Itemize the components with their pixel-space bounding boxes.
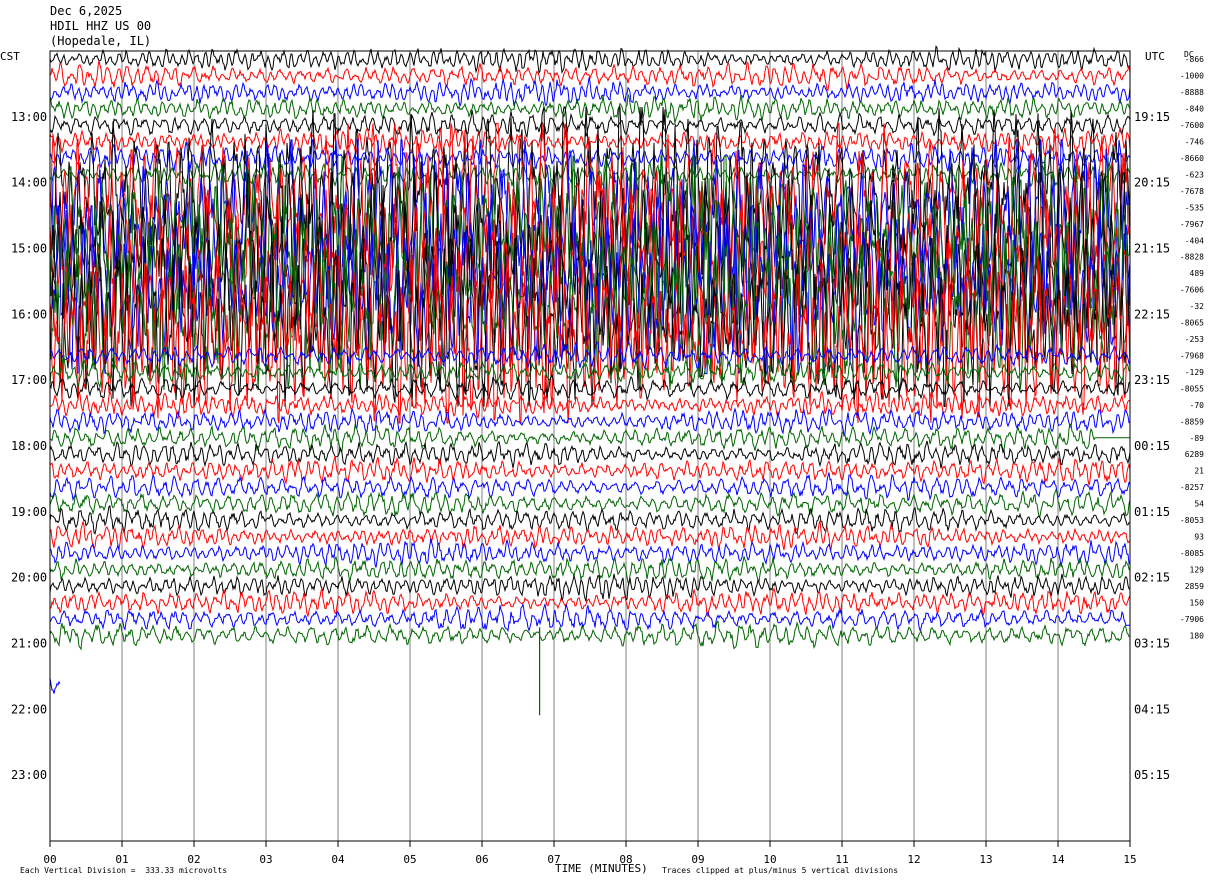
row-offset-label: 21 xyxy=(1194,467,1204,476)
row-offset-label: 180 xyxy=(1190,631,1205,640)
x-tick-label: 05 xyxy=(403,853,416,866)
right-time-label: 22:15 xyxy=(1134,307,1170,321)
row-offset-label: -7906 xyxy=(1180,615,1204,624)
row-offset-label: 129 xyxy=(1190,565,1205,574)
row-offset-label: -70 xyxy=(1190,401,1205,410)
row-offset-label: 150 xyxy=(1190,598,1205,607)
right-time-label: 04:15 xyxy=(1134,702,1170,716)
left-time-label: 18:00 xyxy=(11,439,47,453)
row-offset-label: -746 xyxy=(1185,138,1204,147)
row-offset-label: -7967 xyxy=(1180,220,1204,229)
x-tick-label: 15 xyxy=(1123,853,1136,866)
right-time-label: 21:15 xyxy=(1134,242,1170,256)
trace-row-26 xyxy=(49,472,1131,502)
clip-note: Traces clipped at plus/minus 5 vertical … xyxy=(662,866,899,875)
row-offset-label: -1000 xyxy=(1180,72,1204,81)
x-tick-label: 04 xyxy=(331,853,345,866)
x-tick-label: 02 xyxy=(187,853,200,866)
row-offset-label: -8660 xyxy=(1180,154,1204,163)
row-offset-label: -89 xyxy=(1190,434,1205,443)
right-time-label: 01:15 xyxy=(1134,505,1170,519)
right-time-label: 23:15 xyxy=(1134,373,1170,387)
right-time-label: 05:15 xyxy=(1134,768,1170,782)
left-time-label: 20:00 xyxy=(11,571,47,585)
row-offset-label: -535 xyxy=(1185,203,1204,212)
trace-row-23 xyxy=(49,423,1130,453)
row-offset-label: -7600 xyxy=(1180,121,1204,130)
left-time-label: 22:00 xyxy=(11,702,47,716)
x-tick-label: 14 xyxy=(1051,853,1065,866)
right-time-label: 03:15 xyxy=(1134,637,1170,651)
trace-row-29 xyxy=(49,520,1131,551)
trace-row-2 xyxy=(49,77,1131,108)
header-station: HDIL HHZ US 00 xyxy=(50,19,152,33)
left-time-label: 13:00 xyxy=(11,110,47,124)
row-offset-label: -8055 xyxy=(1180,384,1204,393)
row-offset-label: -7606 xyxy=(1180,286,1204,295)
dc-label: DC xyxy=(1184,50,1194,59)
helicorder-plot: 00 01 02 03 04 05 06 07 08 09 10 11 12 13 14 15 13:0014… xyxy=(11,45,1204,866)
x-tick-label: 09 xyxy=(691,853,704,866)
x-axis-title: TIME (MINUTES) xyxy=(555,862,648,875)
row-offset-label: 2859 xyxy=(1185,582,1204,591)
row-offset-label: -32 xyxy=(1190,302,1205,311)
x-tick-label: 13 xyxy=(979,853,992,866)
header-location: (Hopedale, IL) xyxy=(50,34,152,48)
row-offset-label: -8828 xyxy=(1180,253,1204,262)
cst-label: CST xyxy=(0,50,20,63)
right-time-label: 00:15 xyxy=(1134,439,1170,453)
trace-row-34 xyxy=(49,602,1131,633)
header-date: Dec 6,2025 xyxy=(50,4,123,18)
row-offset-labels: -866-1000-8888-840-7600-746-8660-623-767… xyxy=(1180,55,1204,640)
left-time-label: 16:00 xyxy=(11,307,47,321)
row-offset-label: -7678 xyxy=(1180,187,1204,196)
x-tick-label: 03 xyxy=(259,853,272,866)
x-tick-label: 01 xyxy=(115,853,128,866)
left-time-labels: 13:00 14:00 15:00 16:00 17:00 18:00 19:00 20:00… xyxy=(11,110,47,782)
row-offset-label: -8859 xyxy=(1180,417,1204,426)
x-tick-label: 00 xyxy=(43,853,56,866)
seismic-traces xyxy=(49,45,1131,694)
row-offset-label: -129 xyxy=(1185,368,1204,377)
row-offset-label: -8888 xyxy=(1180,88,1204,97)
left-time-label: 17:00 xyxy=(11,373,47,387)
utc-label: UTC xyxy=(1145,50,1165,63)
row-offset-label: -8065 xyxy=(1180,319,1204,328)
right-time-label: 02:15 xyxy=(1134,571,1170,585)
scale-note: Each Vertical Division = 333.33 microvol… xyxy=(20,866,228,875)
row-offset-label: -623 xyxy=(1185,170,1204,179)
row-offset-label: -253 xyxy=(1185,335,1204,344)
row-offset-label: -7968 xyxy=(1180,351,1204,360)
right-time-label: 19:15 xyxy=(1134,110,1170,124)
x-tick-label: 11 xyxy=(835,853,848,866)
x-tick-label: 06 xyxy=(475,853,488,866)
x-tick-label: 12 xyxy=(907,853,920,866)
row-offset-label: 93 xyxy=(1194,533,1204,542)
right-time-label: 20:15 xyxy=(1134,176,1170,190)
row-offset-label: 54 xyxy=(1194,500,1204,509)
left-time-label: 23:00 xyxy=(11,768,47,782)
left-time-label: 19:00 xyxy=(11,505,47,519)
row-offset-label: 6289 xyxy=(1185,450,1204,459)
left-time-label: 21:00 xyxy=(11,637,47,651)
trace-row-30 xyxy=(49,538,1131,568)
row-offset-label: 489 xyxy=(1190,269,1205,278)
row-offset-label: -8053 xyxy=(1180,516,1204,525)
right-time-labels: 19:15 20:15 21:15 22:15 23:15 00:15 01:15 02:15… xyxy=(1134,110,1170,782)
row-offset-label: -840 xyxy=(1185,105,1204,114)
trace-row-38 xyxy=(49,677,61,694)
left-time-label: 15:00 xyxy=(11,242,47,256)
x-tick-label: 10 xyxy=(763,853,776,866)
row-offset-label: -404 xyxy=(1185,236,1204,245)
left-time-label: 14:00 xyxy=(11,176,47,190)
row-offset-label: -8257 xyxy=(1180,483,1204,492)
row-offset-label: -8085 xyxy=(1180,549,1204,558)
